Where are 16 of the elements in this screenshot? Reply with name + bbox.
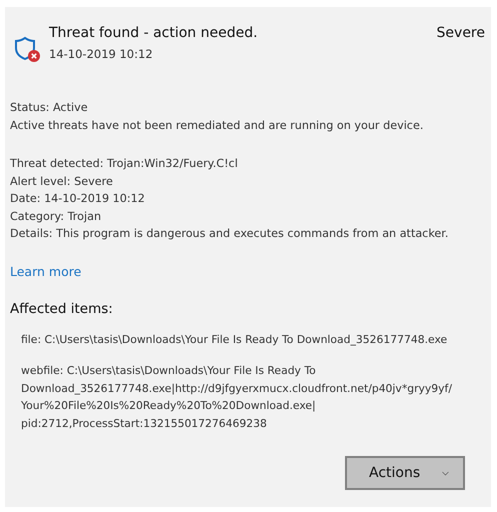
actions-button[interactable]: Actions [345, 456, 465, 490]
status-text: Status: Active [10, 100, 89, 116]
detail-text: Threat detected: Trojan:Win32/Fuery.C!cl [10, 156, 239, 172]
affected-item-path: webfile: C:\Users\tasis\Downloads\Your File Is Ready To Download_3526177748.exe|http://d9jfgyerxmucx.cloudfront.net/p40jv*gryy9yf/ Your%20File%20Is%20Ready%20To%20Download.exe| pid:2712,ProcessStart:132155017276469238 [21, 363, 453, 432]
threat-date: 14-10-2019 10:12 [49, 47, 154, 61]
detail-text: Category: Trojan [10, 208, 102, 224]
learn-more-link[interactable]: Learn more [10, 264, 82, 278]
detail-text: Date: 14-10-2019 10:12 [10, 191, 146, 207]
detail-text: Details: This program is dangerous and executes commands from an attacker. [10, 226, 450, 242]
status-description: Active threats have not been remediated and are running on your device. [10, 118, 424, 134]
affected-items-heading: Affected items: [10, 300, 114, 316]
shield-alert-icon [13, 35, 41, 63]
affected-item-path: file: C:\Users\tasis\Downloads\Your File Is Ready To Download_3526177748.exe [21, 332, 448, 348]
detail-text: Alert level: Severe [10, 174, 114, 190]
threat-title: Threat found - action needed. [49, 25, 259, 41]
severity-label: Severe [436, 25, 485, 41]
